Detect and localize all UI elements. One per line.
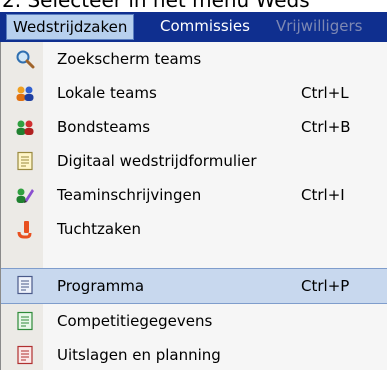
menu-item-label: Lokale teams bbox=[57, 84, 157, 102]
menu-item-competitiegegevens[interactable]: Competitiegegevens bbox=[1, 304, 387, 338]
menubar-item-wedstrijdzaken[interactable]: Wedstrijdzaken bbox=[6, 14, 135, 40]
search-icon bbox=[15, 49, 35, 69]
team-registration-icon bbox=[15, 185, 35, 205]
menu-item-label: Tuchtzaken bbox=[57, 220, 141, 238]
digital-form-icon bbox=[15, 151, 35, 171]
menu-item-shortcut: Ctrl+B bbox=[301, 118, 351, 136]
menu-item-label: Teaminschrijvingen bbox=[57, 186, 202, 204]
federation-teams-icon bbox=[15, 117, 35, 137]
menu-item-bondsteams[interactable]: Bondsteams Ctrl+B bbox=[1, 110, 387, 144]
menu-item-label: Bondsteams bbox=[57, 118, 151, 136]
menu-item-zoekscherm-teams[interactable]: Zoekscherm teams bbox=[1, 42, 387, 76]
program-icon bbox=[15, 275, 35, 295]
menu-item-tuchtzaken[interactable]: Tuchtzaken bbox=[1, 212, 387, 246]
menu-item-label: Programma bbox=[57, 277, 145, 295]
results-planning-icon bbox=[15, 345, 35, 365]
menu-item-label: Uitslagen en planning bbox=[57, 346, 221, 364]
menu-item-programma[interactable]: Programma Ctrl+P bbox=[1, 268, 387, 304]
menu-item-label: Competitiegegevens bbox=[57, 312, 213, 330]
menu-item-label: Digitaal wedstrijdformulier bbox=[57, 152, 257, 170]
competition-data-icon bbox=[15, 311, 35, 331]
dropdown-menu: Zoekscherm teams Lokale teams Ctrl+L Bon… bbox=[0, 42, 387, 370]
menubar-item-commissies[interactable]: Commissies bbox=[154, 14, 256, 39]
menu-item-lokale-teams[interactable]: Lokale teams Ctrl+L bbox=[1, 76, 387, 110]
menu-bar: Wedstrijdzaken Commissies Vrijwilligers bbox=[0, 12, 387, 43]
menu-item-teaminschrijvingen[interactable]: Teaminschrijvingen Ctrl+I bbox=[1, 178, 387, 212]
menu-item-digitaal-wedstrijdformulier[interactable]: Digitaal wedstrijdformulier bbox=[1, 144, 387, 178]
local-teams-icon bbox=[15, 83, 35, 103]
menu-item-shortcut: Ctrl+P bbox=[301, 277, 350, 295]
menubar-item-vrijwilligers[interactable]: Vrijwilligers bbox=[270, 14, 368, 39]
menu-item-shortcut: Ctrl+L bbox=[301, 84, 349, 102]
instruction-text: 2. Selecteer in het menu Weds bbox=[2, 0, 310, 12]
disciplinary-icon bbox=[15, 219, 35, 239]
menu-item-uitslagen-en-planning[interactable]: Uitslagen en planning bbox=[1, 338, 387, 372]
menu-item-shortcut: Ctrl+I bbox=[301, 186, 345, 204]
menu-item-label: Zoekscherm teams bbox=[57, 50, 202, 68]
